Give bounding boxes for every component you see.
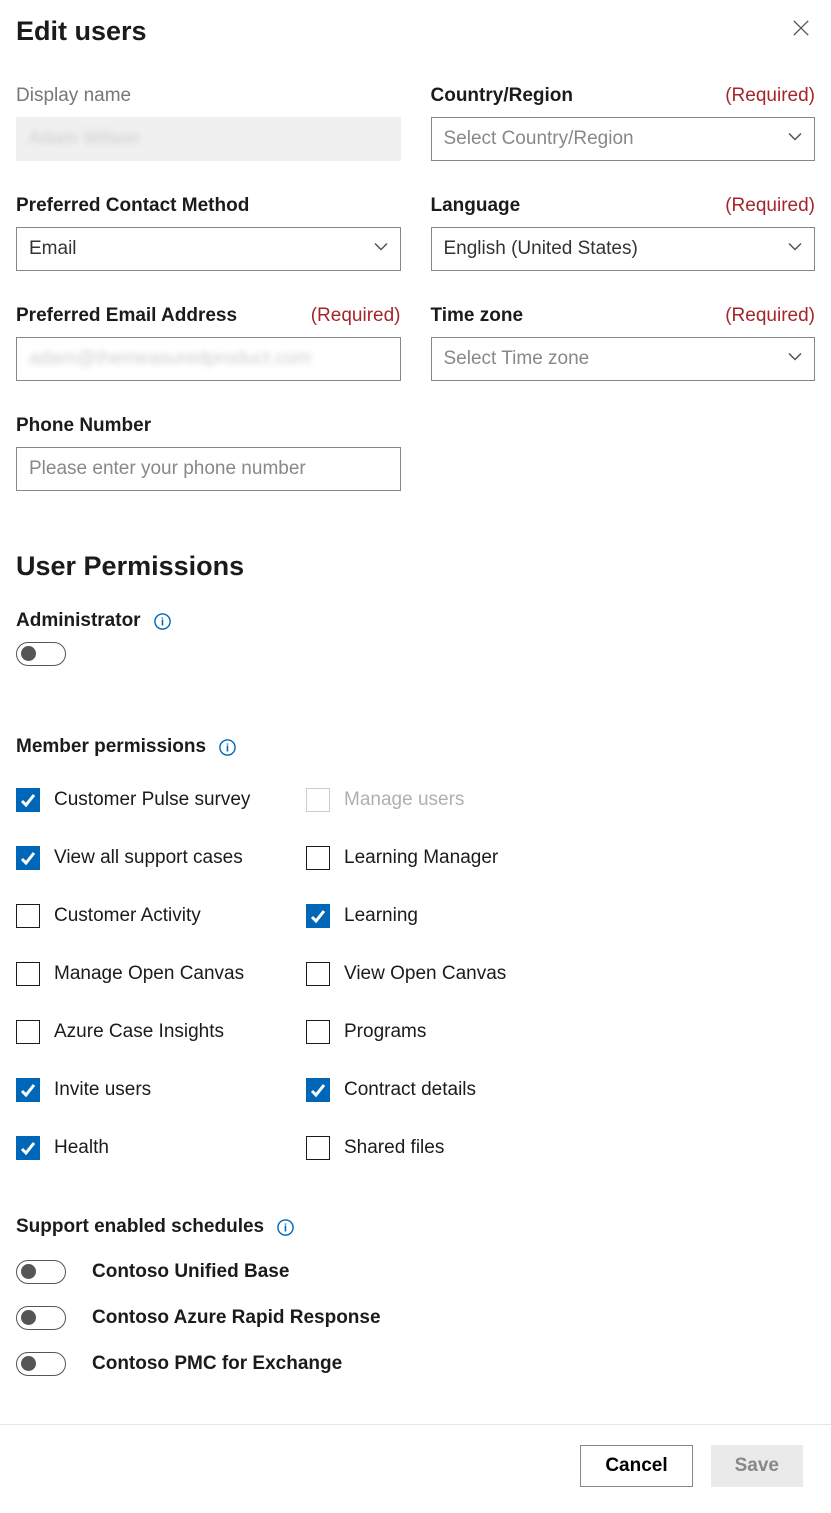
timezone-select[interactable] [431, 337, 816, 381]
permission-label: View all support cases [54, 847, 243, 869]
permission-label: Contract details [344, 1079, 476, 1101]
permission-checkbox[interactable] [16, 962, 40, 986]
permission-item: Contract details [306, 1078, 586, 1102]
contact-method-label: Preferred Contact Method [16, 195, 249, 217]
permission-checkbox[interactable] [306, 962, 330, 986]
language-select[interactable] [431, 227, 816, 271]
permission-checkbox[interactable] [16, 788, 40, 812]
svg-text:i: i [160, 616, 163, 628]
country-select[interactable] [431, 117, 816, 161]
permission-checkbox [306, 788, 330, 812]
permission-checkbox[interactable] [16, 904, 40, 928]
permission-checkbox[interactable] [16, 1078, 40, 1102]
required-indicator: (Required) [311, 305, 401, 327]
phone-field: Phone Number [16, 415, 401, 491]
permission-checkbox[interactable] [306, 1020, 330, 1044]
schedule-toggle[interactable] [16, 1352, 66, 1376]
language-label: Language [431, 195, 521, 217]
permission-item: View all support cases [16, 846, 296, 870]
email-value: adam@themeasuredproduct.com [29, 348, 311, 370]
cancel-button[interactable]: Cancel [580, 1445, 692, 1487]
info-icon[interactable]: i [153, 612, 172, 631]
permission-label: Programs [344, 1021, 426, 1043]
permission-item: Azure Case Insights [16, 1020, 296, 1044]
display-name-value: Adam Wilson [16, 117, 401, 161]
user-permissions-heading: User Permissions [16, 551, 815, 582]
permission-label: Customer Activity [54, 905, 201, 927]
permission-item: Customer Pulse survey [16, 788, 296, 812]
permission-label: Shared files [344, 1137, 444, 1159]
member-permissions-label: Member permissions [16, 736, 206, 758]
permission-item: View Open Canvas [306, 962, 586, 986]
permission-item: Learning [306, 904, 586, 928]
permission-label: Manage Open Canvas [54, 963, 244, 985]
info-icon[interactable]: i [218, 738, 237, 757]
administrator-label: Administrator [16, 610, 141, 632]
save-button[interactable]: Save [711, 1445, 803, 1487]
display-name-field: Display name Adam Wilson [16, 85, 401, 161]
permission-item: Programs [306, 1020, 586, 1044]
permission-item: Health [16, 1136, 296, 1160]
permission-item: Customer Activity [16, 904, 296, 928]
permission-item: Learning Manager [306, 846, 586, 870]
schedule-toggle[interactable] [16, 1260, 66, 1284]
permission-checkbox[interactable] [16, 1136, 40, 1160]
schedule-label: Contoso Unified Base [92, 1261, 289, 1283]
permission-checkbox[interactable] [306, 904, 330, 928]
contact-method-select[interactable] [16, 227, 401, 271]
permission-label: View Open Canvas [344, 963, 506, 985]
contact-method-field: Preferred Contact Method [16, 195, 401, 271]
language-field: Language (Required) [431, 195, 816, 271]
permission-item: Manage users [306, 788, 586, 812]
phone-label: Phone Number [16, 415, 151, 437]
display-name-label: Display name [16, 85, 131, 107]
permission-checkbox[interactable] [306, 846, 330, 870]
close-icon [792, 19, 810, 42]
close-button[interactable] [787, 16, 815, 44]
required-indicator: (Required) [725, 305, 815, 327]
permission-item: Manage Open Canvas [16, 962, 296, 986]
permission-checkbox[interactable] [16, 1020, 40, 1044]
email-field: Preferred Email Address (Required) adam@… [16, 305, 401, 381]
permission-item: Shared files [306, 1136, 586, 1160]
permission-label: Learning [344, 905, 418, 927]
schedule-toggle[interactable] [16, 1306, 66, 1330]
required-indicator: (Required) [725, 85, 815, 107]
info-icon[interactable]: i [276, 1218, 295, 1237]
display-name-text: Adam Wilson [28, 128, 140, 150]
email-label: Preferred Email Address [16, 305, 237, 327]
permission-checkbox[interactable] [16, 846, 40, 870]
page-title: Edit users [16, 16, 147, 47]
schedule-label: Contoso PMC for Exchange [92, 1353, 342, 1375]
permission-label: Azure Case Insights [54, 1021, 224, 1043]
permission-checkbox[interactable] [306, 1136, 330, 1160]
timezone-field: Time zone (Required) [431, 305, 816, 381]
administrator-toggle[interactable] [16, 642, 66, 666]
permission-label: Invite users [54, 1079, 151, 1101]
schedule-item: Contoso PMC for Exchange [16, 1352, 815, 1376]
permission-checkbox[interactable] [306, 1078, 330, 1102]
schedules-label: Support enabled schedules [16, 1216, 264, 1238]
permission-label: Learning Manager [344, 847, 498, 869]
schedule-label: Contoso Azure Rapid Response [92, 1307, 381, 1329]
phone-input[interactable] [16, 447, 401, 491]
country-field: Country/Region (Required) [431, 85, 816, 161]
email-input[interactable]: adam@themeasuredproduct.com [16, 337, 401, 381]
schedule-item: Contoso Unified Base [16, 1260, 815, 1284]
country-label: Country/Region [431, 85, 574, 107]
permission-item: Invite users [16, 1078, 296, 1102]
permission-label: Customer Pulse survey [54, 789, 250, 811]
required-indicator: (Required) [725, 195, 815, 217]
svg-text:i: i [226, 742, 229, 754]
permission-label: Manage users [344, 789, 464, 811]
schedule-item: Contoso Azure Rapid Response [16, 1306, 815, 1330]
permission-label: Health [54, 1137, 109, 1159]
timezone-label: Time zone [431, 305, 524, 327]
svg-text:i: i [284, 1222, 287, 1234]
